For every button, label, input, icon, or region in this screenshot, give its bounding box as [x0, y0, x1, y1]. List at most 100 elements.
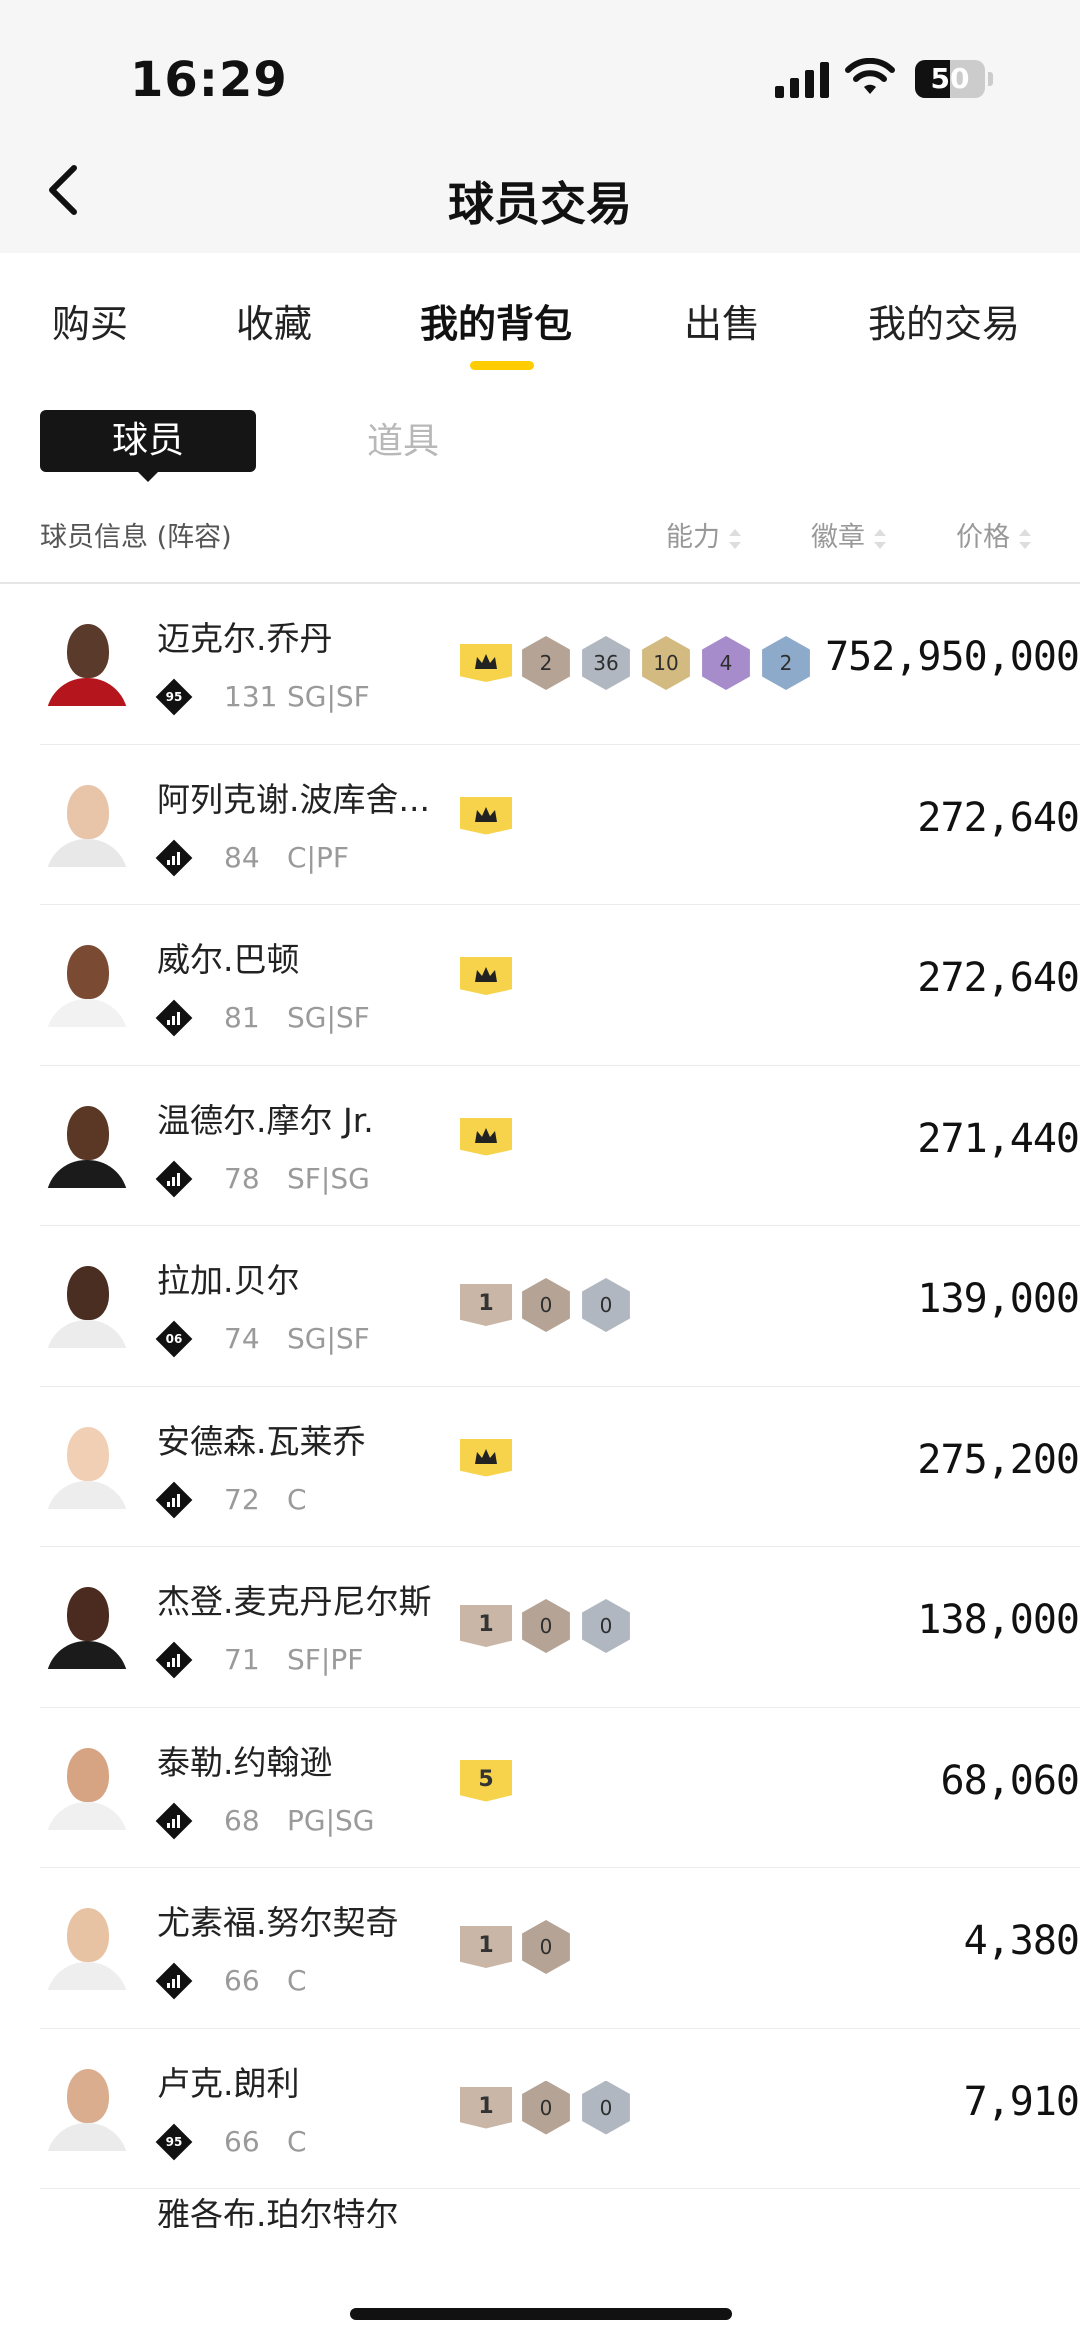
player-position: SF|PF [287, 1643, 364, 1676]
tier-icon [155, 1802, 193, 1839]
badge-list [460, 1117, 512, 1156]
list-item-partial[interactable]: 雅各布.珀尔特尔 [40, 2188, 1080, 2228]
crown-badge-icon [460, 796, 512, 835]
column-price[interactable]: 价格 [956, 515, 1032, 554]
player-position: C [287, 2124, 307, 2158]
player-row[interactable]: 温德尔.摩尔 Jr. 78 SF|SG 271,440 [40, 1066, 1080, 1226]
badge-hex-gold: 10 [642, 636, 690, 690]
badge-list: 100 [460, 1278, 632, 1332]
badge-count: 0 [588, 1606, 624, 1646]
badge-list: 100 [460, 1599, 632, 1653]
badge-list: 10 [460, 1920, 572, 1974]
crown-badge-icon [460, 1117, 512, 1156]
tier-icon [155, 1641, 193, 1679]
avatar [40, 2067, 134, 2151]
badge-list: 2 36 10 4 2 [460, 636, 812, 690]
subtab-items[interactable]: 道具 [367, 412, 439, 464]
avatar [40, 943, 134, 1027]
tier-icon [155, 1962, 193, 2000]
column-badge-label: 徽章 [811, 522, 865, 553]
sort-icon [873, 528, 887, 550]
player-rating: 131 [224, 680, 278, 713]
tier-icon [155, 839, 193, 876]
avatar [40, 1104, 134, 1188]
player-row[interactable]: 尤素福.努尔契奇 66 C 10 4,380 [40, 1868, 1080, 2029]
crown-badge-icon [460, 644, 512, 682]
avatar [40, 1264, 134, 1348]
tier-label: 95 [165, 690, 183, 704]
player-rating: 81 [224, 1001, 260, 1034]
tab-sell[interactable]: 出售 [684, 293, 760, 348]
badge-count: 10 [648, 643, 684, 683]
subtab-players[interactable]: 球员 [40, 410, 256, 472]
subtab-pointer [136, 470, 160, 482]
sort-icon [1018, 528, 1032, 550]
badge-count: 0 [528, 1927, 564, 1967]
player-position: SG|SF [287, 680, 370, 713]
player-name: 安德森.瓦莱乔 [157, 1421, 366, 1461]
column-ability[interactable]: 能力 [666, 515, 742, 554]
player-name: 卢克.朗利 [157, 2063, 300, 2103]
player-price: 68,060 [940, 1757, 1080, 1804]
badge-hex-silver: 0 [582, 1599, 630, 1653]
player-price: 138,000 [917, 1597, 1080, 1643]
badge-list [460, 957, 512, 995]
tab-my-trades[interactable]: 我的交易 [868, 293, 1020, 348]
player-row[interactable]: 卢克.朗利 95 66 C 100 7,910 [40, 2029, 1080, 2189]
player-price: 752,950,000 [825, 634, 1080, 680]
avatar [40, 783, 134, 867]
player-row[interactable]: 拉加.贝尔 06 74 SG|SF 100 139,000 [40, 1226, 1080, 1387]
tier-icon [155, 999, 193, 1037]
player-name: 杰登.麦克丹尼尔斯 [157, 1582, 432, 1621]
badge-hex-silver: 0 [582, 1278, 630, 1332]
badge-list [460, 796, 512, 835]
column-badge[interactable]: 徽章 [811, 515, 887, 554]
battery-tip [988, 72, 993, 86]
top-bar: 16:29 50 球员交易 [0, 0, 1080, 253]
tier-icon [155, 1481, 193, 1518]
player-name: 泰勒.约翰逊 [157, 1742, 333, 1782]
column-ability-label: 能力 [666, 522, 720, 553]
tab-favorites[interactable]: 收藏 [236, 293, 312, 348]
battery-icon: 50 [915, 60, 985, 98]
level-shield-badge: 1 [460, 1926, 512, 1968]
player-name: 尤素福.努尔契奇 [157, 1903, 399, 1942]
main-tabs: 购买 收藏 我的背包 出售 我的交易 [0, 253, 1080, 373]
player-rating: 66 [224, 2124, 260, 2158]
badge-list: 5 [460, 1759, 512, 1802]
player-row[interactable]: 杰登.麦克丹尼尔斯 71 SF|PF 100 138,000 [40, 1547, 1080, 1708]
player-rating: 78 [224, 1161, 260, 1195]
badge-hex-bronze: 0 [522, 1920, 570, 1974]
sort-icon [728, 528, 742, 550]
tier-label: 06 [165, 1332, 183, 1346]
player-position: C [287, 1482, 307, 1516]
player-rating: 72 [224, 1482, 260, 1516]
badge-count: 0 [588, 1285, 624, 1325]
player-rating: 71 [224, 1643, 260, 1676]
player-row[interactable]: 安德森.瓦莱乔 72 C 275,200 [40, 1387, 1080, 1547]
player-position: SF|SG [287, 1161, 370, 1195]
badge-count: 0 [588, 2087, 624, 2128]
badge-hex-silver: 36 [582, 636, 630, 690]
wifi-icon [845, 58, 895, 94]
home-indicator[interactable] [350, 2308, 732, 2320]
player-row[interactable]: 迈克尔.乔丹 95 131 SG|SF 2 36 10 4 2 752,950,000 [40, 584, 1080, 745]
player-row[interactable]: 泰勒.约翰逊 68 PG|SG 5 68,060 [40, 1708, 1080, 1868]
player-name: 迈克尔.乔丹 [157, 619, 333, 658]
badge-hex-purple: 4 [702, 636, 750, 690]
player-list: 迈克尔.乔丹 95 131 SG|SF 2 36 10 4 2 752,950,000 … [0, 584, 1080, 2189]
battery-percent: 50 [930, 62, 970, 95]
badge-count: 0 [528, 2087, 564, 2128]
tab-buy[interactable]: 购买 [52, 293, 128, 348]
badge-hex-silver: 0 [582, 2080, 630, 2135]
level-shield-badge: 5 [460, 1759, 512, 1802]
column-player-info: 球员信息 (阵容) [40, 522, 232, 553]
player-price: 271,440 [917, 1115, 1080, 1162]
badge-count: 2 [528, 643, 564, 683]
crown-badge-icon [460, 1438, 512, 1477]
player-row[interactable]: 阿列克谢.波库舍... 84 C|PF 272,640 [40, 745, 1080, 905]
tab-my-backpack[interactable]: 我的背包 [420, 293, 572, 348]
player-row[interactable]: 威尔.巴顿 81 SG|SF 272,640 [40, 905, 1080, 1066]
player-rating: 68 [224, 1803, 260, 1837]
badge-list: 100 [460, 2080, 632, 2135]
